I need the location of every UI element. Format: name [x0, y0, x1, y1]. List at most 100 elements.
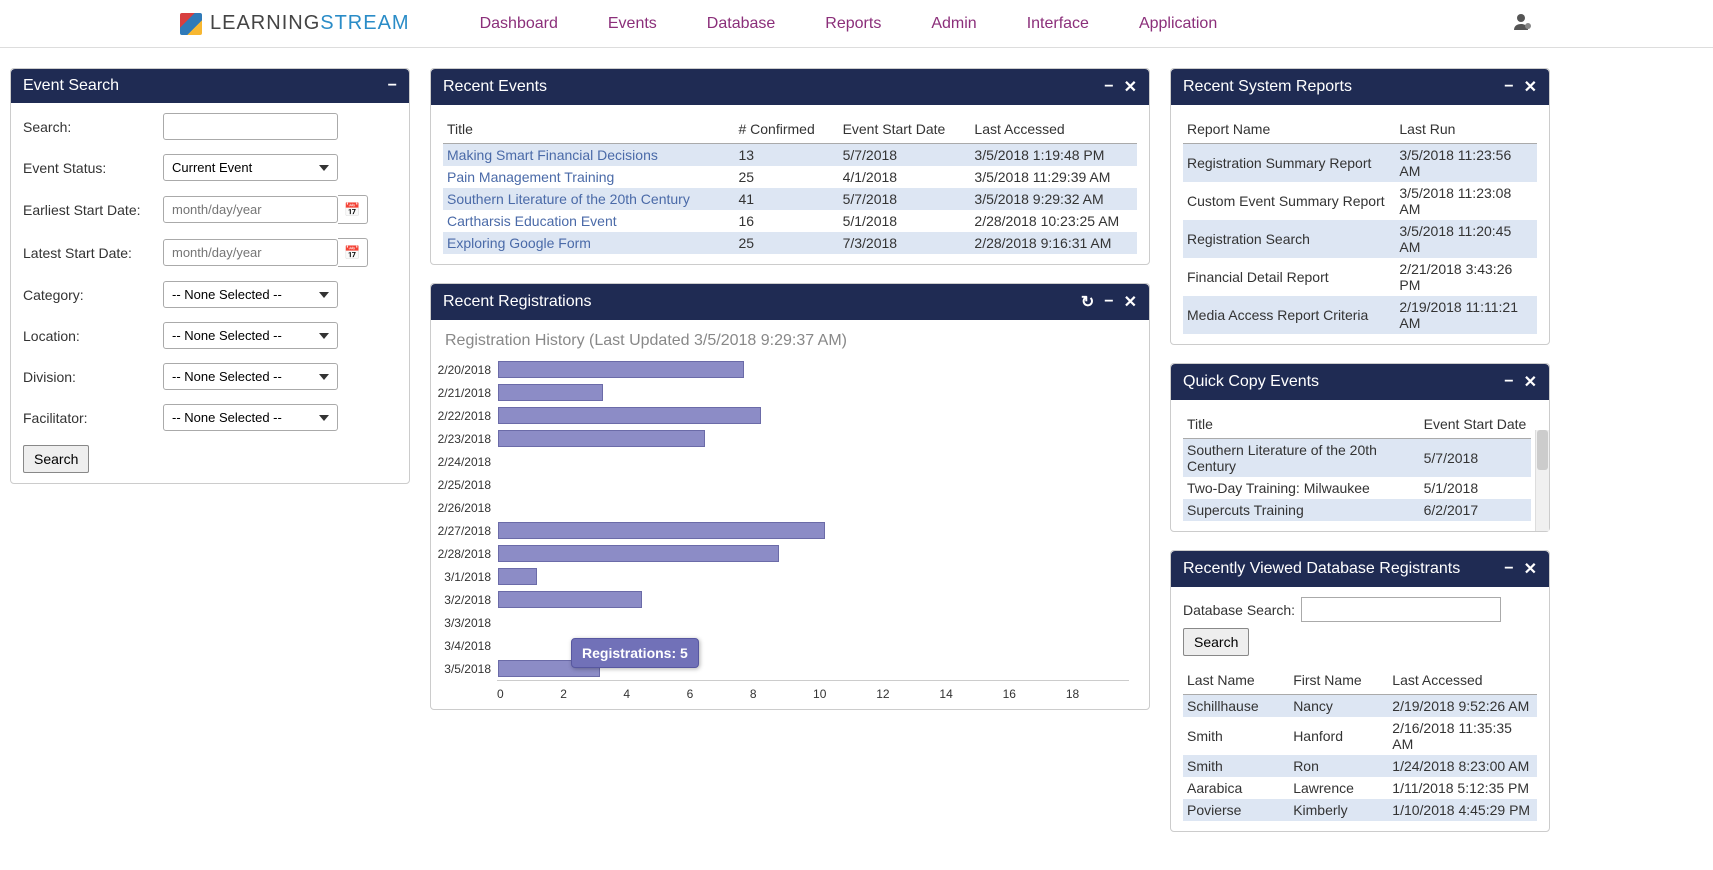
- table-row: SmithRon1/24/2018 8:23:00 AM: [1183, 755, 1537, 777]
- chart-bar[interactable]: [498, 407, 761, 424]
- nav-reports[interactable]: Reports: [825, 15, 881, 33]
- event-link[interactable]: Southern Literature of the 20th Century: [447, 191, 690, 207]
- chart-bar-row: 2/28/2018: [431, 542, 1129, 565]
- db-registrants-panel: Recently Viewed Database Registrants − ✕…: [1170, 550, 1550, 832]
- table-row: Media Access Report Criteria2/19/2018 11…: [1183, 296, 1537, 334]
- chart-tick: 4: [623, 687, 686, 701]
- table-row: SchillhauseNancy2/19/2018 9:52:26 AM: [1183, 695, 1537, 718]
- chart-bar[interactable]: [498, 568, 537, 585]
- table-row: Custom Event Summary Report3/5/2018 11:2…: [1183, 182, 1537, 220]
- latest-date-input[interactable]: [163, 239, 338, 266]
- event-link[interactable]: Pain Management Training: [447, 169, 614, 185]
- close-icon[interactable]: ✕: [1524, 372, 1537, 392]
- chart-bar-row: 2/20/2018: [431, 358, 1129, 381]
- refresh-icon[interactable]: ↻: [1081, 292, 1094, 312]
- db-registrants-table: Last Name First Name Last Accessed Schil…: [1183, 666, 1537, 821]
- minimize-icon[interactable]: −: [1104, 78, 1113, 96]
- close-icon[interactable]: ✕: [1524, 559, 1537, 579]
- chart-tick: 12: [876, 687, 939, 701]
- chart-bar-row: 3/2/2018: [431, 588, 1129, 611]
- nav-admin[interactable]: Admin: [931, 15, 976, 33]
- category-select[interactable]: -- None Selected --: [163, 281, 338, 308]
- chart-bar[interactable]: [498, 522, 825, 539]
- event-search-panel: Event Search − Search: Event Status: Cur…: [10, 68, 410, 484]
- minimize-icon[interactable]: −: [1504, 560, 1513, 578]
- chart-category-label: 2/21/2018: [431, 386, 497, 400]
- chart-category-label: 3/5/2018: [431, 662, 497, 676]
- facilitator-select[interactable]: -- None Selected --: [163, 404, 338, 431]
- minimize-icon[interactable]: −: [1504, 78, 1513, 96]
- col-lastrun: Last Run: [1395, 115, 1537, 144]
- chart-category-label: 2/26/2018: [431, 501, 497, 515]
- chart-bar[interactable]: [498, 361, 744, 378]
- location-select[interactable]: -- None Selected --: [163, 322, 338, 349]
- status-select[interactable]: Current Event: [163, 154, 338, 181]
- event-link[interactable]: Exploring Google Form: [447, 235, 591, 251]
- chart-bar-row: 2/27/2018: [431, 519, 1129, 542]
- table-row: Southern Literature of the 20th Century5…: [1183, 439, 1531, 478]
- chart-tick: 14: [939, 687, 1002, 701]
- chart-category-label: 3/4/2018: [431, 639, 497, 653]
- chart-category-label: 3/3/2018: [431, 616, 497, 630]
- close-icon[interactable]: ✕: [1124, 292, 1137, 312]
- chart-category-label: 3/2/2018: [431, 593, 497, 607]
- recent-registrations-title: Recent Registrations: [443, 293, 1071, 311]
- earliest-label: Earliest Start Date:: [23, 202, 163, 218]
- calendar-icon[interactable]: 📅: [338, 238, 368, 267]
- nav-interface[interactable]: Interface: [1027, 15, 1089, 33]
- close-icon[interactable]: ✕: [1124, 77, 1137, 97]
- chart-tick: 6: [687, 687, 750, 701]
- table-row: Supercuts Training6/2/2017: [1183, 499, 1531, 521]
- recent-events-panel: Recent Events − ✕ Title # Confirmed Even…: [430, 68, 1150, 265]
- db-registrants-title: Recently Viewed Database Registrants: [1183, 560, 1494, 578]
- table-row: AarabicaLawrence1/11/2018 5:12:35 PM: [1183, 777, 1537, 799]
- table-row: PovierseKimberly1/10/2018 4:45:29 PM: [1183, 799, 1537, 821]
- brand-logo: LEARNINGSTREAM: [180, 12, 410, 35]
- chart-bar-row: 2/26/2018: [431, 496, 1129, 519]
- chart-bar-row: 3/5/2018: [431, 657, 1129, 680]
- scrollbar[interactable]: [1535, 430, 1549, 531]
- chart-bar[interactable]: [498, 430, 705, 447]
- calendar-icon[interactable]: 📅: [338, 195, 368, 224]
- nav-application[interactable]: Application: [1139, 15, 1217, 33]
- col-accessed: Last Accessed: [970, 115, 1137, 144]
- user-icon[interactable]: [1513, 12, 1533, 35]
- division-select[interactable]: -- None Selected --: [163, 363, 338, 390]
- minimize-icon[interactable]: −: [1504, 373, 1513, 391]
- event-link[interactable]: Cartharsis Education Event: [447, 213, 617, 229]
- minimize-icon[interactable]: −: [388, 77, 397, 95]
- chart-bar[interactable]: [498, 545, 779, 562]
- col-accessed: Last Accessed: [1388, 666, 1537, 695]
- nav-events[interactable]: Events: [608, 15, 657, 33]
- close-icon[interactable]: ✕: [1524, 77, 1537, 97]
- col-title: Title: [443, 115, 734, 144]
- nav-database[interactable]: Database: [707, 15, 776, 33]
- db-search-input[interactable]: [1301, 597, 1501, 622]
- col-report: Report Name: [1183, 115, 1395, 144]
- search-input[interactable]: [163, 113, 338, 140]
- table-row: Registration Summary Report3/5/2018 11:2…: [1183, 144, 1537, 183]
- db-search-button[interactable]: Search: [1183, 628, 1249, 656]
- event-link[interactable]: Making Smart Financial Decisions: [447, 147, 658, 163]
- chart-bar-row: 3/1/2018: [431, 565, 1129, 588]
- table-row: Southern Literature of the 20th Century4…: [443, 188, 1137, 210]
- logo-icon: [180, 13, 202, 35]
- col-last: Last Name: [1183, 666, 1289, 695]
- division-label: Division:: [23, 369, 163, 385]
- recent-events-title: Recent Events: [443, 78, 1094, 96]
- status-label: Event Status:: [23, 160, 163, 176]
- chart-category-label: 2/25/2018: [431, 478, 497, 492]
- search-button[interactable]: Search: [23, 445, 89, 473]
- chart-bar[interactable]: [498, 591, 642, 608]
- chart-bar[interactable]: [498, 384, 603, 401]
- nav-dashboard[interactable]: Dashboard: [480, 15, 558, 33]
- col-start: Event Start Date: [839, 115, 971, 144]
- quick-copy-table: Title Event Start Date Southern Literatu…: [1183, 410, 1531, 521]
- minimize-icon[interactable]: −: [1104, 293, 1113, 311]
- chart-category-label: 2/22/2018: [431, 409, 497, 423]
- recent-reports-table: Report Name Last Run Registration Summar…: [1183, 115, 1537, 334]
- quick-copy-panel: Quick Copy Events − ✕ Title Event Start …: [1170, 363, 1550, 532]
- earliest-date-input[interactable]: [163, 196, 338, 223]
- table-row: Exploring Google Form257/3/20182/28/2018…: [443, 232, 1137, 254]
- facilitator-label: Facilitator:: [23, 410, 163, 426]
